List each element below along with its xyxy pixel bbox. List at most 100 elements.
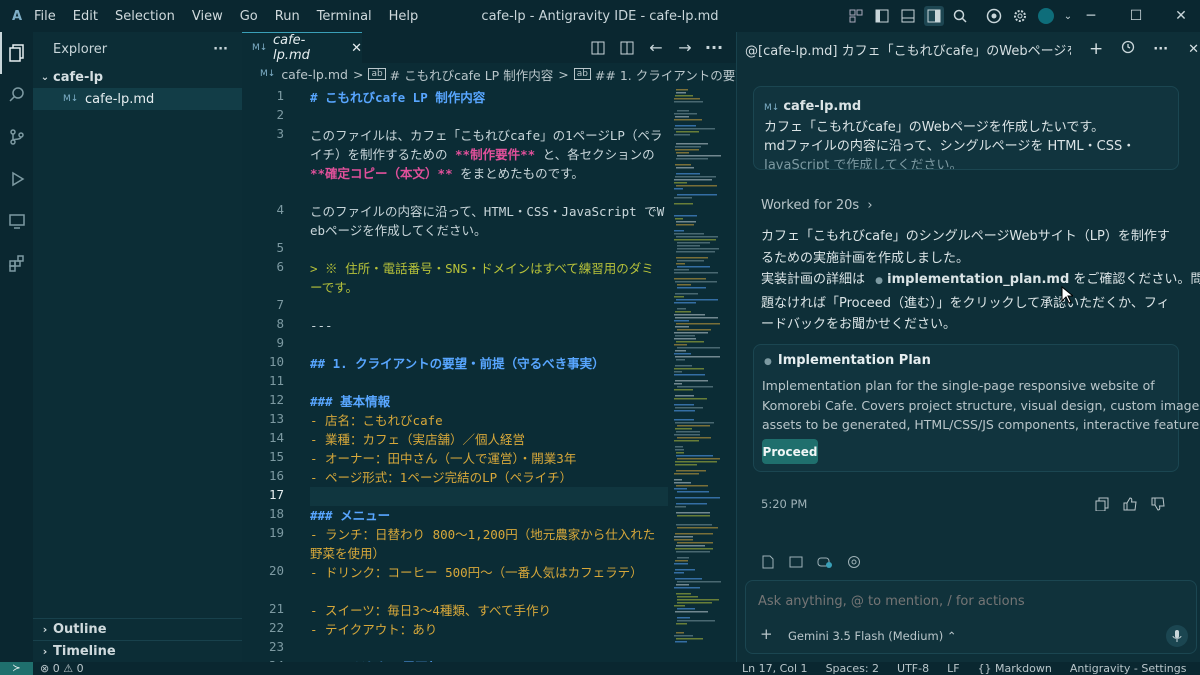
code-line: - ドリンク：コーヒー 500円〜（一番人気はカフェラテ） xyxy=(310,565,643,580)
menu-bar: File Edit Selection View Go Run Terminal Help xyxy=(34,9,435,24)
line-number: 19 xyxy=(268,525,284,540)
minimap-line xyxy=(676,455,713,457)
encoding[interactable]: UTF-8 xyxy=(897,662,929,675)
file-changes-icon[interactable] xyxy=(761,554,775,573)
browser-icon[interactable] xyxy=(847,554,861,573)
code-editor[interactable]: 1 # こもれびcafe LP 制作内容 2 3 このファイルは、カフェ「こもれびcaf… xyxy=(242,85,668,662)
minimap-line xyxy=(674,482,691,484)
minimap-line xyxy=(677,527,718,529)
more-options-icon[interactable]: ··· xyxy=(1153,42,1168,57)
source-control-icon[interactable] xyxy=(0,116,33,158)
minimap-line xyxy=(674,230,684,232)
arrow-right-icon[interactable]: → xyxy=(675,38,695,58)
add-context-button[interactable]: + xyxy=(760,625,773,643)
reply-line: 題なければ「Proceed（進む）」をクリックして承認いただくか、フィ xyxy=(761,295,1170,311)
explorer-more-icon[interactable]: ··· xyxy=(213,42,228,57)
explorer-files-icon[interactable] xyxy=(0,32,33,74)
minimap-line xyxy=(677,608,695,610)
menu-item-terminal[interactable]: Terminal xyxy=(317,9,372,24)
breadcrumb-heading-1[interactable]: # こもれびcafe LP 制作内容 xyxy=(390,65,554,84)
extensions-icon[interactable] xyxy=(0,242,33,284)
minimap-line xyxy=(674,119,702,121)
minimize-button[interactable]: ─ xyxy=(1068,0,1114,32)
remote-explorer-icon[interactable] xyxy=(0,200,33,242)
toggle-panel-icon[interactable] xyxy=(898,6,918,26)
outline-section[interactable]: › Outline xyxy=(33,618,242,640)
account-avatar-icon[interactable] xyxy=(1036,6,1056,26)
minimap-line xyxy=(674,338,696,340)
browser-icon[interactable] xyxy=(984,6,1004,26)
customize-layout-icon[interactable] xyxy=(846,6,866,26)
line-ending[interactable]: LF xyxy=(947,662,959,675)
remote-indicator-icon[interactable]: ≻ xyxy=(0,662,33,675)
menu-item-selection[interactable]: Selection xyxy=(115,9,175,24)
indentation[interactable]: Spaces: 2 xyxy=(826,662,879,675)
breadcrumb-heading-2[interactable]: ## 1. クライアントの要望・前 xyxy=(595,65,736,84)
chat-input[interactable] xyxy=(758,591,1178,611)
minimap-line xyxy=(675,569,695,571)
menu-item-file[interactable]: File xyxy=(34,9,56,24)
minimap-line xyxy=(675,407,703,409)
search-icon[interactable] xyxy=(950,6,970,26)
minimap-line xyxy=(675,395,694,397)
minimap-line xyxy=(677,515,710,517)
line-number: 20 xyxy=(268,563,284,578)
menu-item-view[interactable]: View xyxy=(192,9,223,24)
worked-label: Worked for 20s xyxy=(761,198,860,213)
tab-cafe-lp-md[interactable]: M↓ cafe-lp.md ✕ xyxy=(242,32,362,63)
toggle-sidebar-icon[interactable] xyxy=(872,6,892,26)
new-chat-icon[interactable]: + xyxy=(1089,39,1103,59)
line-number: 15 xyxy=(268,449,284,464)
copy-icon[interactable] xyxy=(1095,496,1109,515)
proceed-button[interactable]: Proceed xyxy=(762,439,818,464)
user-message-line: JavaScript で作成してください。 xyxy=(764,158,963,170)
minimap[interactable] xyxy=(672,85,724,662)
minimap-line xyxy=(677,425,710,427)
more-actions-icon[interactable]: ··· xyxy=(704,38,724,58)
search-view-icon[interactable] xyxy=(0,74,33,116)
settings-gear-icon[interactable] xyxy=(1010,6,1030,26)
arrow-left-icon[interactable]: ← xyxy=(646,38,666,58)
model-selector[interactable]: Gemini 3.5 Flash (Medium) ⌃ xyxy=(788,629,957,643)
attached-file-chip[interactable]: M↓ cafe-lp.md xyxy=(764,97,1178,118)
minimap-line xyxy=(675,560,688,562)
language-mode[interactable]: {} Markdown xyxy=(978,662,1052,675)
breadcrumb-file[interactable]: cafe-lp.md xyxy=(281,67,348,82)
minimap-line xyxy=(674,404,694,406)
split-editor-icon[interactable] xyxy=(617,38,637,58)
code-line: > ※ 住所・電話番号・SNS・ドメインはすべて練習用のダミーです。 xyxy=(310,261,654,295)
close-tab-icon[interactable]: ✕ xyxy=(351,41,362,56)
history-icon[interactable] xyxy=(1121,40,1135,58)
file-link[interactable]: ● implementation_plan.md xyxy=(875,272,1069,287)
minimap-line xyxy=(675,428,692,430)
maximize-button[interactable]: ☐ xyxy=(1113,0,1159,32)
toggle-agent-panel-icon[interactable] xyxy=(924,6,944,26)
minimap-line xyxy=(674,182,687,184)
menu-item-go[interactable]: Go xyxy=(240,9,258,24)
file-row[interactable]: M↓ cafe-lp.md xyxy=(33,88,242,110)
thumbs-down-icon[interactable] xyxy=(1151,496,1165,515)
minimap-line xyxy=(675,641,687,643)
minimap-line xyxy=(674,296,684,298)
settings-status[interactable]: Antigravity - Settings xyxy=(1070,662,1187,675)
implementation-plan-card[interactable]: ● Implementation Plan Implementation plan… xyxy=(753,344,1200,472)
minimap-line xyxy=(676,224,694,226)
timeline-section[interactable]: › Timeline xyxy=(33,640,242,662)
folder-row[interactable]: ⌄ cafe-lp xyxy=(33,66,242,88)
cursor-position[interactable]: Ln 17, Col 1 xyxy=(742,662,808,675)
worked-for-toggle[interactable]: Worked for 20s › xyxy=(761,195,873,217)
microphone-button[interactable] xyxy=(1166,625,1188,647)
minimap-line xyxy=(676,89,688,91)
agent-status-icon[interactable] xyxy=(817,554,833,573)
problems-count[interactable]: ⊗ 0 ⚠ 0 xyxy=(40,662,84,675)
minimap-line xyxy=(675,95,693,97)
open-preview-icon[interactable] xyxy=(588,38,608,58)
menu-item-help[interactable]: Help xyxy=(389,9,419,24)
thumbs-up-icon[interactable] xyxy=(1123,496,1137,515)
close-window-button[interactable]: ✕ xyxy=(1158,0,1200,32)
menu-item-run[interactable]: Run xyxy=(275,9,300,24)
menu-item-edit[interactable]: Edit xyxy=(73,9,98,24)
terminal-icon[interactable] xyxy=(789,554,803,573)
run-debug-icon[interactable] xyxy=(0,158,33,200)
close-panel-icon[interactable]: ✕ xyxy=(1188,42,1199,57)
